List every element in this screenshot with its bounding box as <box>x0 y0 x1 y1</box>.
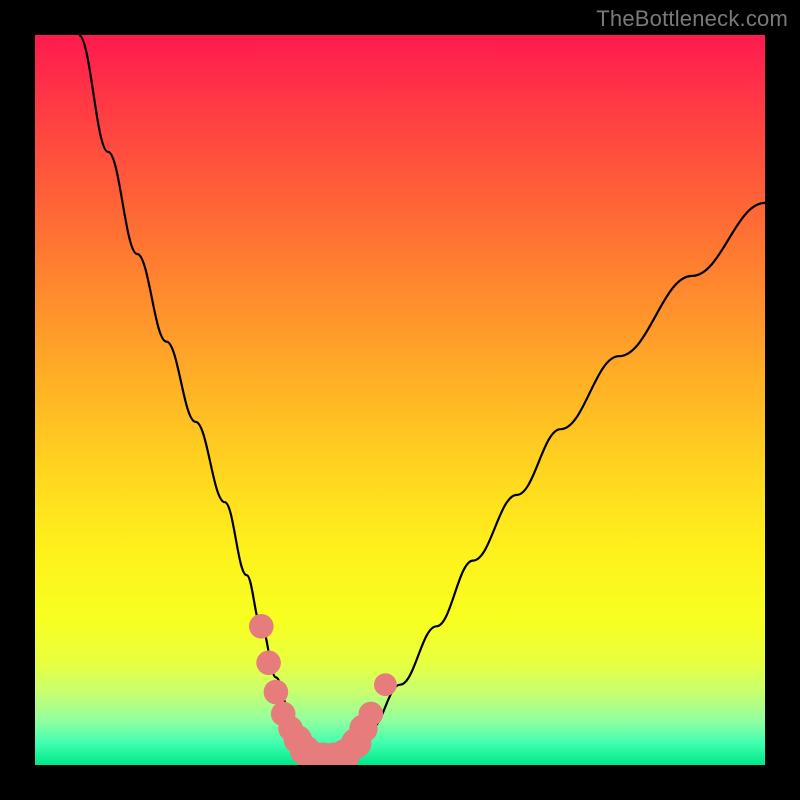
chart-svg <box>35 35 765 765</box>
highlight-dot <box>249 614 274 639</box>
highlight-dot <box>374 673 397 696</box>
bottleneck-curve-path <box>79 35 765 758</box>
highlight-dot <box>359 702 384 727</box>
highlight-dot <box>264 680 289 705</box>
highlight-dots-group <box>249 614 397 765</box>
chart-frame: TheBottleneck.com <box>0 0 800 800</box>
watermark-text: TheBottleneck.com <box>596 6 788 32</box>
highlight-dot <box>256 651 281 676</box>
